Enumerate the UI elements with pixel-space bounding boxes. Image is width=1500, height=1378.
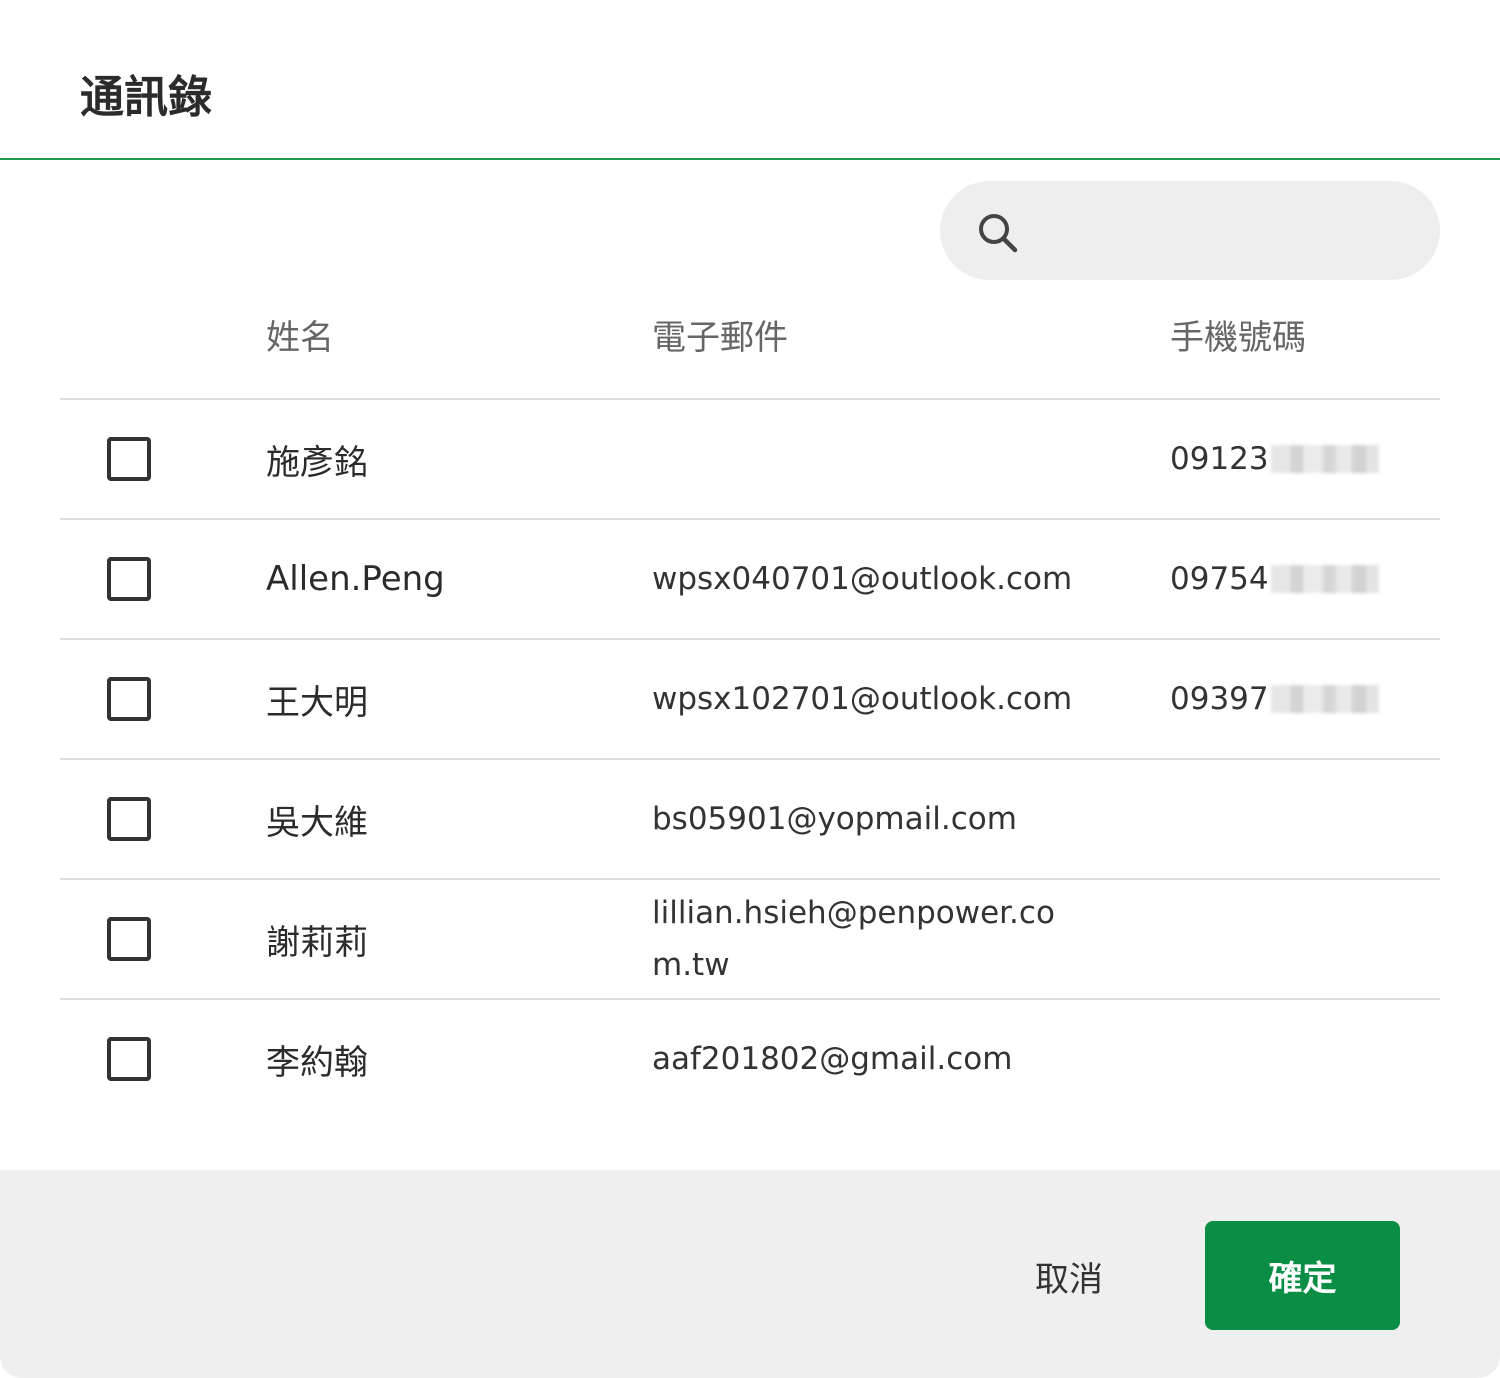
contact-phone-cell: 09397 [1170, 640, 1379, 758]
contact-email: bs05901@yopmail.com [652, 801, 1017, 837]
column-header-name: 姓名 [266, 318, 334, 358]
contact-phone: 09397 [1170, 681, 1269, 717]
table-row: 李約翰 aaf201802@gmail.com [60, 1000, 1440, 1120]
row-checkbox[interactable] [107, 797, 151, 841]
contact-email: wpsx040701@outlook.com [652, 561, 1073, 597]
contacts-dialog: 通訊錄 姓名 電子郵件 手機號碼 施彥銘 09123 Allen.Peng wp… [0, 0, 1500, 1378]
contact-email: lillian.hsieh@penpower.com.tw [652, 895, 1055, 983]
contact-phone: 09123 [1170, 441, 1269, 477]
table-row: 王大明 wpsx102701@outlook.com 09397 [60, 640, 1440, 760]
phone-redaction [1270, 685, 1379, 713]
table-row: 謝莉莉 lillian.hsieh@penpower.com.tw [60, 880, 1440, 1000]
contact-phone: 09754 [1170, 561, 1269, 597]
dialog-title: 通訊錄 [80, 72, 212, 123]
table-row: 施彥銘 09123 [60, 400, 1440, 520]
row-checkbox[interactable] [107, 557, 151, 601]
row-checkbox[interactable] [107, 917, 151, 961]
contact-name: 施彥銘 [266, 442, 368, 483]
column-header-email: 電子郵件 [652, 318, 788, 358]
contact-email: wpsx102701@outlook.com [652, 681, 1073, 717]
table-row: 吳大維 bs05901@yopmail.com [60, 760, 1440, 880]
contact-name: 吳大維 [266, 802, 368, 843]
column-header-phone: 手機號碼 [1170, 318, 1306, 358]
phone-redaction [1270, 445, 1379, 473]
search-input[interactable] [1040, 201, 1410, 261]
contact-phone-cell: 09754 [1170, 520, 1379, 638]
row-checkbox[interactable] [107, 437, 151, 481]
contact-phone-cell: 09123 [1170, 400, 1379, 518]
phone-redaction [1270, 565, 1379, 593]
cancel-button[interactable]: 取消 [1010, 1221, 1128, 1331]
dialog-header: 通訊錄 [0, 0, 1500, 160]
row-checkbox[interactable] [107, 1037, 151, 1081]
contact-name: 王大明 [266, 682, 368, 723]
search-box[interactable] [940, 181, 1440, 280]
search-icon [979, 214, 1018, 253]
table-row: Allen.Peng wpsx040701@outlook.com 09754 [60, 520, 1440, 640]
confirm-button[interactable]: 確定 [1205, 1221, 1400, 1330]
contact-name: 李約翰 [266, 1042, 368, 1083]
row-checkbox[interactable] [107, 677, 151, 721]
dialog-footer: 取消 確定 [0, 1170, 1500, 1378]
table-header: 姓名 電子郵件 手機號碼 [60, 290, 1440, 400]
contact-email [652, 400, 1092, 518]
contact-email: aaf201802@gmail.com [652, 1041, 1013, 1077]
contact-name: 謝莉莉 [266, 922, 368, 963]
contacts-table: 姓名 電子郵件 手機號碼 施彥銘 09123 Allen.Peng wpsx04… [60, 290, 1440, 1120]
contact-name: Allen.Peng [266, 559, 445, 599]
